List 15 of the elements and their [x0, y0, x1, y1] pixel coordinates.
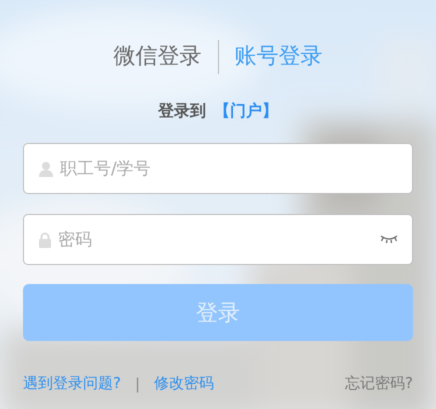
username-field[interactable]: 职工号/学号 — [60, 158, 398, 178]
heading-text: 登录到 — [158, 100, 206, 122]
input-box[interactable]: 密码 — [23, 214, 413, 265]
help-link[interactable]: 遇到登录问题? — [23, 374, 121, 393]
link-separator: | — [134, 374, 140, 392]
login-tab[interactable]: 账号登录 — [234, 42, 322, 72]
closed-eye-icon[interactable] — [380, 235, 398, 244]
portal-name: 【门户】 — [214, 100, 278, 122]
change-password-link[interactable]: 修改密码 — [154, 374, 214, 393]
login-tab[interactable]: 微信登录 — [114, 42, 202, 72]
input-box[interactable]: 职工号/学号 — [23, 143, 413, 194]
forgot-password-link[interactable]: 忘记密码? — [345, 374, 413, 393]
lock-icon — [38, 232, 52, 248]
user-icon — [38, 160, 54, 176]
password-field[interactable]: 密码 — [58, 230, 374, 250]
